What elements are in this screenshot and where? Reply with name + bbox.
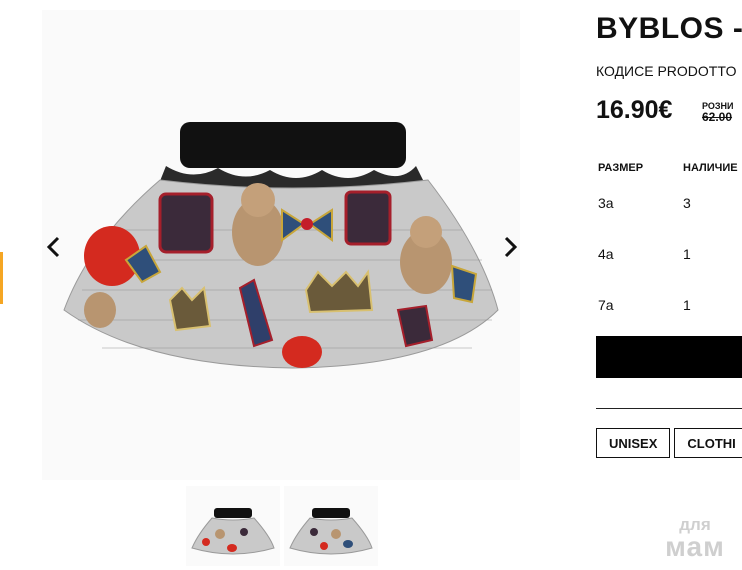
stock-value: 3	[683, 195, 691, 211]
tag-unisex[interactable]: UNISEX	[596, 428, 671, 458]
letter-patch-b	[158, 192, 214, 254]
add-to-cart-button[interactable]	[596, 336, 742, 378]
watermark-logo: для мам	[650, 516, 740, 561]
skirt-image	[63, 122, 499, 369]
size-value: 3a	[598, 195, 614, 211]
previous-image-button[interactable]	[40, 232, 70, 262]
product-code-label: КОДИCE PRODOTTO	[596, 63, 737, 79]
product-info: BYBLOS - КОДИCE PRODOTTO 16.90€ РОЗНИ 62…	[596, 0, 742, 570]
thumbnail-strip	[186, 486, 378, 568]
product-title: BYBLOS -	[596, 12, 742, 45]
thumbnail-skirt-image	[289, 508, 373, 555]
letter-patch-b-2	[344, 190, 392, 246]
thumbnail-2[interactable]	[284, 486, 378, 566]
next-image-button[interactable]	[494, 232, 524, 262]
bow-gem	[301, 218, 313, 230]
thumbnail-1[interactable]	[186, 486, 280, 566]
chevron-right-icon	[504, 236, 518, 258]
size-column-header: РАЗМЕР	[598, 162, 644, 174]
skirt-waistband	[180, 122, 406, 168]
stock-column-header: НАЛИЧИЕ	[683, 162, 738, 174]
size-value: 4a	[598, 246, 614, 262]
watermark-bottom: мам	[665, 531, 725, 562]
size-row[interactable]: 3a 3	[596, 195, 742, 225]
divider	[596, 408, 742, 409]
lips-patch	[282, 336, 322, 368]
teddy-bear-head-2	[410, 216, 442, 248]
stock-value: 1	[683, 246, 691, 262]
teddy-bear-patch-3	[84, 292, 116, 328]
size-row[interactable]: 4a 1	[596, 246, 742, 276]
product-price: 16.90€	[596, 96, 673, 124]
tag-clothing[interactable]: CLOTHI	[674, 428, 742, 458]
side-tab[interactable]	[0, 252, 3, 304]
stock-value: 1	[683, 297, 691, 313]
chevron-left-icon	[46, 236, 60, 258]
size-value: 7a	[598, 297, 614, 313]
thumbnail-skirt-image	[191, 508, 275, 555]
tag-list: UNISEX CLOTHI	[596, 428, 742, 458]
old-price: 62.00	[702, 110, 733, 124]
teddy-bear-head	[241, 183, 275, 217]
size-row[interactable]: 7a 1	[596, 297, 742, 327]
product-gallery	[0, 0, 560, 570]
main-product-image	[42, 10, 520, 480]
